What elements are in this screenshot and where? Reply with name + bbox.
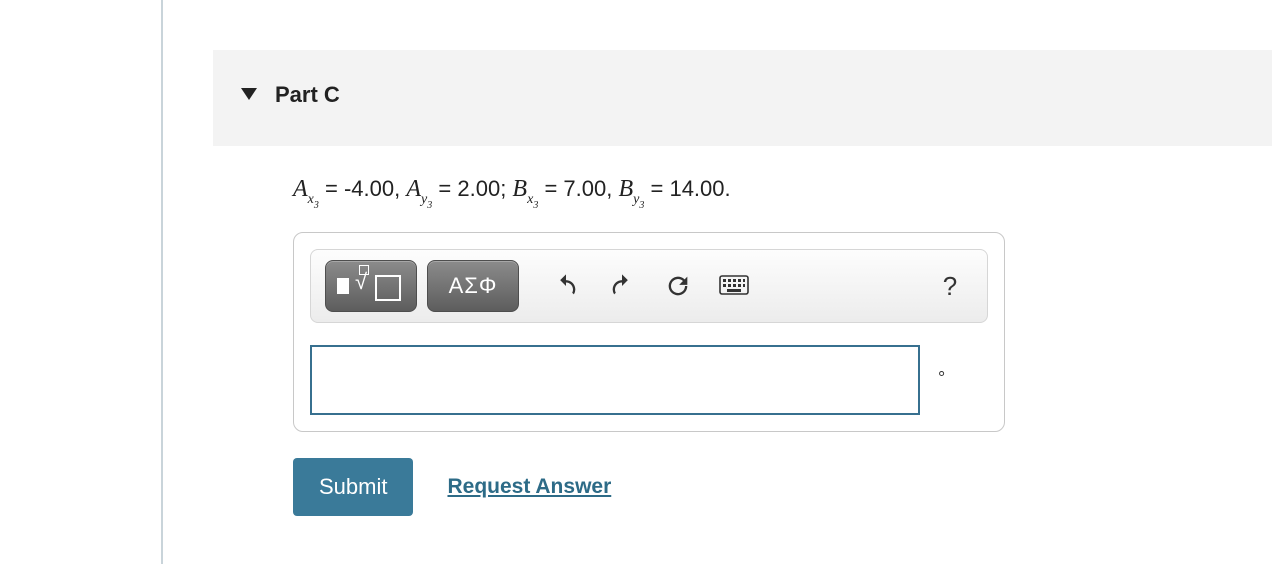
equation-toolbar: √ ΑΣΦ: [310, 249, 988, 323]
root-template-icon: √: [355, 269, 405, 303]
keyboard-button[interactable]: [711, 260, 757, 312]
cursor-icon: [337, 278, 349, 294]
caret-down-icon: [241, 88, 257, 102]
request-answer-link[interactable]: Request Answer: [447, 475, 611, 499]
help-button[interactable]: ?: [927, 260, 973, 312]
vertical-divider: [161, 0, 163, 564]
answer-input[interactable]: [310, 345, 920, 415]
problem-statement: Ax3 = -4.00, Ay3 = 2.00; Bx3 = 7.00, By3…: [293, 176, 1192, 208]
unit-label: °: [938, 368, 945, 389]
math-templates-button[interactable]: √: [325, 260, 417, 312]
redo-icon: [608, 272, 636, 300]
reset-button[interactable]: [655, 260, 701, 312]
keyboard-icon: [719, 275, 749, 297]
undo-button[interactable]: [543, 260, 589, 312]
undo-icon: [552, 272, 580, 300]
part-title: Part C: [275, 82, 340, 108]
reset-icon: [664, 272, 692, 300]
greek-symbols-button[interactable]: ΑΣΦ: [427, 260, 519, 312]
submit-button[interactable]: Submit: [293, 458, 413, 516]
redo-button[interactable]: [599, 260, 645, 312]
part-header[interactable]: Part C: [213, 50, 1272, 146]
help-icon: ?: [943, 271, 957, 302]
answer-box: √ ΑΣΦ: [293, 232, 1005, 432]
